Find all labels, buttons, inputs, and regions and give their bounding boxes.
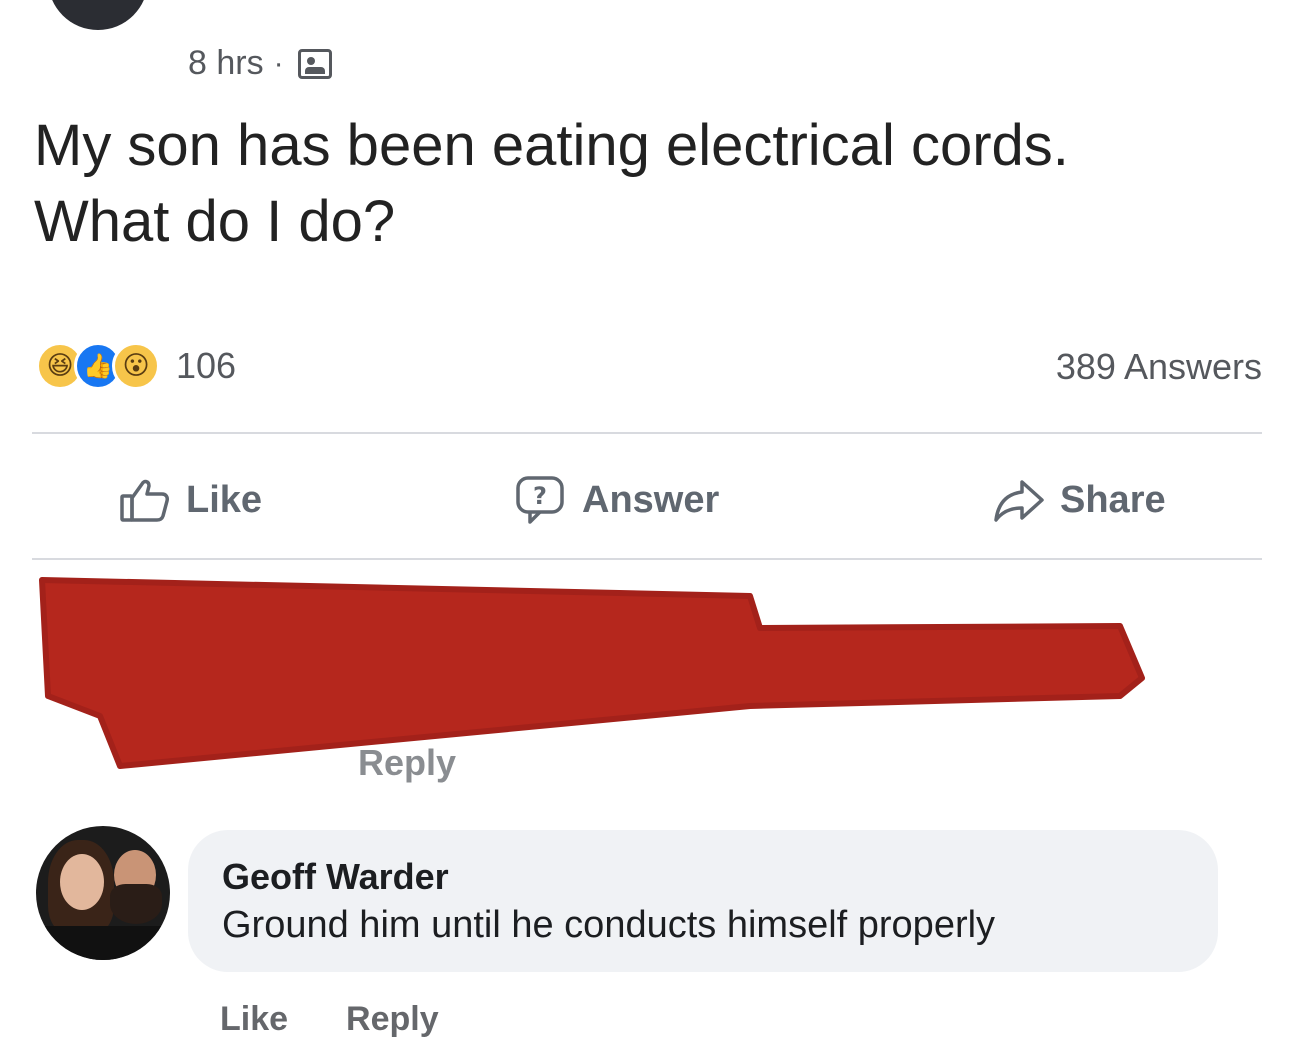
meta-separator: ·	[273, 46, 284, 80]
reaction-count: 106	[176, 345, 237, 386]
avatar-shirt	[36, 926, 170, 960]
comment-text: Ground him until he conducts himself pro…	[222, 904, 996, 946]
comment-actions: Like Reply	[220, 1000, 439, 1039]
share-arrow-icon	[994, 480, 1044, 522]
answer-label: Answer	[582, 478, 720, 521]
group-icon	[297, 48, 332, 79]
redaction-scribble	[39, 577, 1145, 769]
commenter-avatar[interactable]	[36, 826, 170, 960]
like-label: Like	[186, 478, 263, 521]
wow-reaction-icon: 😮	[112, 342, 160, 390]
answer-button[interactable]: ? Answer	[512, 460, 719, 540]
answers-count[interactable]: 389 Answers	[1056, 346, 1262, 388]
divider	[32, 558, 1262, 560]
post-text: My son has been eating electrical cords.…	[34, 113, 1069, 254]
share-button[interactable]: Share	[990, 460, 1166, 540]
poster-avatar[interactable]	[48, 0, 148, 30]
question-bubble-icon: ?	[516, 476, 564, 524]
divider	[32, 432, 1262, 434]
post-meta: 8 hrs ·	[188, 44, 332, 83]
post-time[interactable]: 8 hrs	[188, 44, 264, 83]
thumbs-up-icon	[120, 479, 169, 522]
redacted-reply-link[interactable]: Reply	[358, 742, 456, 784]
like-button[interactable]: Like	[116, 460, 262, 540]
comment-author[interactable]: Geoff Warder	[222, 856, 449, 898]
comment-like-link[interactable]: Like	[220, 1000, 288, 1039]
share-label: Share	[1060, 478, 1166, 521]
comment-bubble	[188, 830, 1218, 972]
avatar-beard	[110, 884, 162, 924]
post-actions: Like ? Answer Share	[32, 460, 1262, 540]
svg-text:?: ?	[533, 482, 547, 510]
avatar-face	[60, 854, 104, 910]
reactions-summary[interactable]: 😆 👍 😮 106	[36, 342, 236, 390]
comment-reply-link[interactable]: Reply	[346, 1000, 439, 1039]
